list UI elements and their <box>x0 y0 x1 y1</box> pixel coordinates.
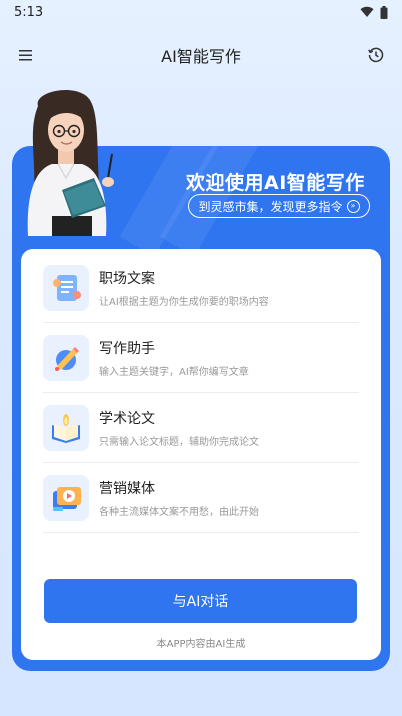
pencil-icon <box>43 334 89 381</box>
feature-title: 学术论文 <box>99 410 155 427</box>
welcome-title: 欢迎使用AI智能写作 <box>186 172 365 194</box>
ai-disclaimer: 本APP内容由AI生成 <box>156 639 246 650</box>
history-button[interactable] <box>364 43 388 67</box>
feature-description: 只需输入论文标题，辅助你完成论文 <box>99 436 259 448</box>
chat-with-ai-button[interactable]: 与AI对话 <box>44 579 357 623</box>
assistant-avatar-illustration <box>27 90 114 236</box>
feature-item-writing-assistant[interactable]: 写作助手 输入主题关键字，AI帮你编写文章 <box>43 323 359 393</box>
feature-item-marketing-media[interactable]: 营销媒体 各种主流媒体文案不用愁，由此开始 <box>43 463 359 533</box>
status-bar: 5:13 <box>0 0 402 24</box>
feature-panel: 职场文案 让AI根据主题为你生成你要的职场内容 写作助手 输入主题关键字，AI帮… <box>21 249 381 660</box>
feature-title: 职场文案 <box>99 270 155 287</box>
menu-button[interactable] <box>14 43 38 67</box>
feature-title: 营销媒体 <box>99 480 155 497</box>
top-app-bar: AI智能写作 <box>0 40 402 70</box>
document-icon <box>43 264 89 311</box>
status-icons <box>360 5 388 19</box>
battery-icon <box>380 5 388 19</box>
wifi-icon <box>360 6 374 18</box>
book-icon <box>43 404 89 451</box>
feature-item-academic-paper[interactable]: 学术论文 只需输入论文标题，辅助你完成论文 <box>43 393 359 463</box>
page-title: AI智能写作 <box>161 47 241 66</box>
feature-description: 输入主题关键字，AI帮你编写文章 <box>99 366 249 378</box>
media-icon <box>43 474 89 521</box>
inspiration-link-label: 到灵感市集，发现更多指令 <box>198 199 343 214</box>
feature-item-workplace-copy[interactable]: 职场文案 让AI根据主题为你生成你要的职场内容 <box>43 253 359 323</box>
double-chevron-right-icon: » <box>346 199 360 213</box>
status-time: 5:13 <box>14 4 44 20</box>
feature-description: 各种主流媒体文案不用愁，由此开始 <box>99 506 259 518</box>
feature-description: 让AI根据主题为你生成你要的职场内容 <box>99 296 269 308</box>
menu-icon <box>19 50 32 61</box>
history-icon <box>368 47 384 63</box>
feature-title: 写作助手 <box>99 340 155 357</box>
inspiration-market-link[interactable]: 到灵感市集，发现更多指令 » <box>188 194 370 218</box>
